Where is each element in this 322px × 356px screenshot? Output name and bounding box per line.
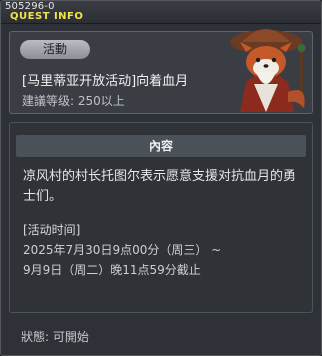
level-requirement: 建議等级: 250以上 xyxy=(22,94,125,108)
event-period-start: 2025年7月30日9点00分（周三） ~ xyxy=(23,243,222,257)
event-summary-panel: 活動 [马里蒂亚开放活动]向着血月 建議等级: 250以上 xyxy=(9,29,313,114)
content-panel: 內容 凉风村的村长托图尔表示愿意支援对抗血月的勇士们。 [活动时间] 2025年… xyxy=(9,122,313,313)
event-period-end: 9月9日（周二）晚11点59分截止 xyxy=(23,263,201,277)
event-title: [马里蒂亚开放活动]向着血月 xyxy=(22,74,189,89)
event-type-badge: 活動 xyxy=(20,40,90,59)
quest-info-window: 505296-0 QUEST INFO 活動 [马里蒂亚开放活动]向着血月 建議… xyxy=(0,0,322,356)
content-header: 內容 xyxy=(16,135,306,157)
red-panda-npc-icon xyxy=(224,22,314,114)
window-title: QUEST INFO xyxy=(10,11,84,22)
quest-status: 狀態: 可開始 xyxy=(21,330,89,344)
content-description: 凉风村的村长托图尔表示愿意支援对抗血月的勇士们。 xyxy=(23,169,297,204)
window-header: 505296-0 QUEST INFO xyxy=(1,1,321,24)
event-period-label: [活动时间] xyxy=(23,223,81,237)
